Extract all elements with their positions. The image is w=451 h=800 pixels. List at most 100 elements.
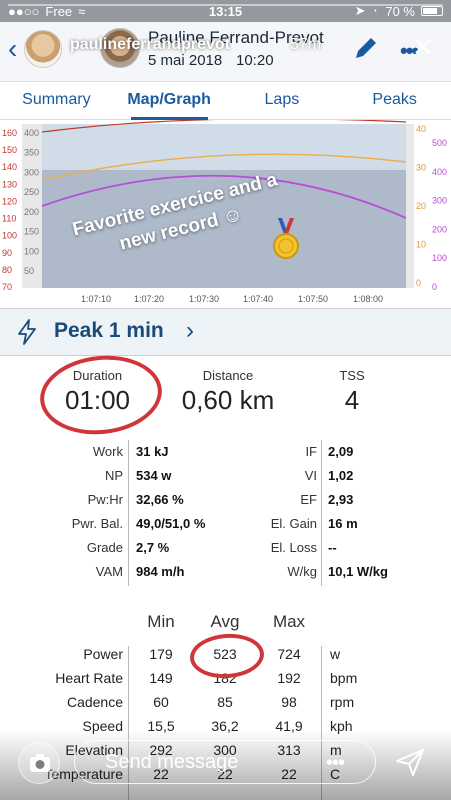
metric-row: NP 534 w VI 1,02 bbox=[0, 468, 451, 492]
right-gutter bbox=[406, 124, 414, 288]
y-tick-power: 400 bbox=[432, 167, 447, 177]
y-tick-power: 500 bbox=[432, 138, 447, 148]
tab-map-graph[interactable]: Map/Graph bbox=[113, 82, 226, 120]
x-tick-label: 1:07:30 bbox=[189, 294, 219, 304]
y-tick-heart: 140 bbox=[2, 162, 17, 172]
tab-laps[interactable]: Laps bbox=[226, 82, 339, 119]
tab-peaks[interactable]: Peaks bbox=[338, 82, 451, 119]
activity-time: 10:20 bbox=[236, 52, 274, 69]
more-icon[interactable]: ••• bbox=[326, 752, 345, 775]
lightning-bolt-icon bbox=[18, 319, 36, 345]
metric-value: 10,1 W/kg bbox=[328, 564, 388, 579]
summary-label: Distance bbox=[202, 368, 254, 383]
y-tick-elevation: 250 bbox=[24, 187, 39, 197]
metric-value: 32,66 % bbox=[136, 492, 184, 507]
metric-label: Pwr. Bal. bbox=[71, 516, 123, 531]
metric-row: Pw:Hr 32,66 % EF 2,93 bbox=[0, 492, 451, 516]
stat-min: 149 bbox=[149, 670, 173, 686]
medal-icon bbox=[273, 218, 299, 259]
col-avg: Avg bbox=[210, 612, 240, 631]
peak-selector[interactable]: Peak 1 min › bbox=[0, 308, 451, 356]
metric-label: El. Loss bbox=[270, 540, 317, 555]
y-tick-elevation: 50 bbox=[24, 266, 34, 276]
peak-label: Peak 1 min bbox=[54, 319, 164, 342]
metric-label: W/kg bbox=[287, 564, 317, 579]
metric-label: IF bbox=[305, 444, 317, 459]
metric-label: EF bbox=[300, 492, 317, 507]
y-tick-power: 0 bbox=[432, 282, 437, 292]
metric-value: 534 w bbox=[136, 468, 172, 483]
metric-value: 2,09 bbox=[328, 444, 354, 459]
summary-tss: TSS 4 bbox=[322, 368, 382, 416]
metric-row: Pwr. Bal. 49,0/51,0 % El. Gain 16 m bbox=[0, 516, 451, 540]
x-tick-label: 1:07:20 bbox=[134, 294, 164, 304]
x-tick-label: 1:07:40 bbox=[243, 294, 273, 304]
y-tick-heart: 90 bbox=[2, 248, 12, 258]
x-tick-label: 1:07:50 bbox=[298, 294, 328, 304]
y-tick-cadence: 40 bbox=[416, 124, 426, 134]
metric-row: Work 31 kJ IF 2,09 bbox=[0, 444, 451, 468]
stat-max: 98 bbox=[281, 694, 297, 710]
battery-icon bbox=[421, 6, 443, 16]
y-tick-heart: 150 bbox=[2, 145, 17, 155]
stats-header: Min Avg Max bbox=[0, 612, 451, 636]
y-tick-heart: 110 bbox=[2, 214, 16, 224]
y-tick-heart: 100 bbox=[2, 231, 17, 241]
metric-label: VAM bbox=[95, 564, 123, 579]
metric-label: Pw:Hr bbox=[87, 492, 123, 507]
y-tick-power: 100 bbox=[432, 253, 447, 263]
metric-value: 16 m bbox=[328, 516, 358, 531]
metric-label: NP bbox=[104, 468, 123, 483]
metric-row: VAM 984 m/h W/kg 10,1 W/kg bbox=[0, 564, 451, 588]
x-tick-label: 1:08:00 bbox=[353, 294, 383, 304]
camera-icon bbox=[30, 754, 50, 772]
metric-value: 2,7 % bbox=[136, 540, 170, 555]
summary-distance: Distance 0,60 km bbox=[168, 368, 288, 416]
app-header: ‹ Pauline Ferrand-Prevot 5 mai 2018 10:2… bbox=[0, 22, 451, 82]
stat-unit: bpm bbox=[330, 670, 358, 686]
metric-value: 1,02 bbox=[328, 468, 354, 483]
story-username[interactable]: paulineferrandprevot bbox=[70, 36, 230, 54]
y-tick-cadence: 0 bbox=[416, 278, 421, 288]
pencil-icon[interactable] bbox=[352, 34, 380, 62]
metric-label: El. Gain bbox=[270, 516, 317, 531]
y-tick-heart: 120 bbox=[2, 196, 17, 206]
summary-value: 0,60 km bbox=[181, 385, 275, 415]
y-tick-cadence: 20 bbox=[416, 201, 426, 211]
y-tick-cadence: 30 bbox=[416, 163, 426, 173]
metric-value: 984 m/h bbox=[136, 564, 185, 579]
camera-button[interactable] bbox=[18, 742, 60, 784]
col-min: Min bbox=[147, 612, 175, 631]
y-tick-heart: 70 bbox=[2, 282, 12, 292]
x-tick-label: 1:07:10 bbox=[81, 294, 111, 304]
y-tick-elevation: 100 bbox=[24, 246, 39, 256]
y-tick-power: 200 bbox=[432, 224, 447, 234]
y-tick-elevation: 200 bbox=[24, 207, 39, 217]
metric-value: 31 kJ bbox=[136, 444, 169, 459]
metric-label: VI bbox=[304, 468, 317, 483]
y-tick-heart: 130 bbox=[2, 179, 17, 189]
col-max: Max bbox=[272, 612, 306, 631]
stat-min: 179 bbox=[149, 646, 173, 662]
metric-value: 49,0/51,0 % bbox=[136, 516, 206, 531]
y-tick-heart: 80 bbox=[2, 265, 12, 275]
story-avatar[interactable] bbox=[24, 30, 62, 68]
stat-name: Heart Rate bbox=[55, 670, 123, 686]
stats-row: Cadence 60 85 98 rpm bbox=[0, 694, 451, 718]
y-tick-elevation: 350 bbox=[24, 148, 39, 158]
story-age: 57m bbox=[290, 36, 322, 53]
tab-bar: Summary Map/Graph Laps Peaks bbox=[0, 82, 451, 120]
stat-max: 724 bbox=[277, 646, 301, 662]
tab-summary[interactable]: Summary bbox=[0, 82, 113, 119]
summary-value: 4 bbox=[344, 385, 360, 415]
story-progress-bar bbox=[8, 4, 443, 6]
activity-date: 5 mai 2018 bbox=[148, 52, 223, 69]
stat-unit: rpm bbox=[330, 694, 355, 710]
close-icon[interactable]: ✕ bbox=[412, 32, 434, 63]
metric-row: Grade 2,7 % El. Loss -- bbox=[0, 540, 451, 564]
stat-name: Cadence bbox=[66, 694, 123, 710]
stat-unit: w bbox=[330, 646, 341, 662]
send-icon[interactable] bbox=[394, 746, 426, 778]
y-tick-cadence: 10 bbox=[416, 240, 426, 250]
metric-label: Work bbox=[92, 444, 123, 459]
